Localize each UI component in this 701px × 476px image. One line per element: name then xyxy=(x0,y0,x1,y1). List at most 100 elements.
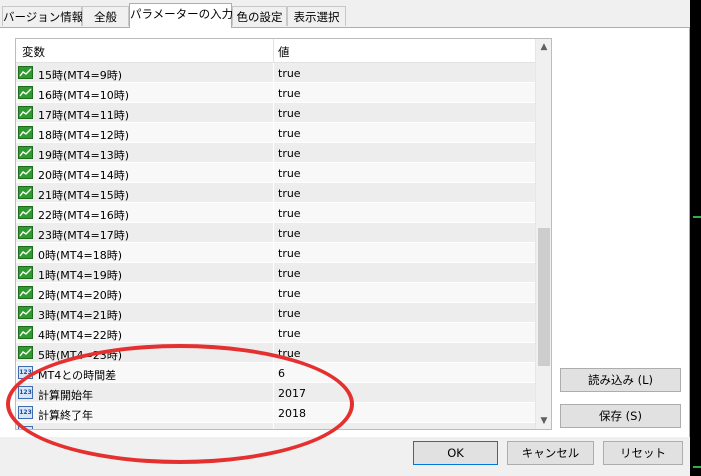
grid-header: 変数 値 xyxy=(16,39,535,63)
column-divider xyxy=(273,363,274,383)
param-name: 16時(MT4=10時) xyxy=(38,89,130,102)
table-row[interactable]: 5時(MT4=23時) true xyxy=(16,343,535,363)
param-value[interactable]: true xyxy=(278,347,301,360)
cancel-button[interactable]: キャンセル xyxy=(507,441,594,465)
param-value[interactable]: true xyxy=(278,267,301,280)
table-row[interactable]: 23時(MT4=17時) true xyxy=(16,223,535,243)
param-value[interactable]: true xyxy=(278,107,301,120)
param-name: 18時(MT4=12時) xyxy=(38,129,130,142)
param-value[interactable]: true xyxy=(278,287,301,300)
table-row[interactable]: 21時(MT4=15時) true xyxy=(16,183,535,203)
param-name: 1時(MT4=19時) xyxy=(38,269,123,282)
column-divider xyxy=(273,203,274,223)
table-row[interactable]: 20時(MT4=14時) true xyxy=(16,163,535,183)
save-button[interactable]: 保存 (S) xyxy=(560,404,681,428)
grid-scrollbar[interactable]: ▲ ▼ xyxy=(535,39,551,429)
int-param-icon: 123 xyxy=(18,366,33,379)
int-param-icon: 123 xyxy=(18,406,33,419)
column-divider xyxy=(273,103,274,123)
param-value[interactable]: true xyxy=(278,67,301,80)
bool-param-icon xyxy=(18,106,33,119)
table-row[interactable]: 123 MT4との時間差 6 xyxy=(16,363,535,383)
bool-param-icon xyxy=(18,246,33,259)
column-header-value[interactable]: 値 xyxy=(278,44,290,60)
table-row[interactable]: 123 計算終了年 2018 xyxy=(16,403,535,423)
column-divider xyxy=(273,83,274,103)
table-row[interactable]: 17時(MT4=11時) true xyxy=(16,103,535,123)
param-value[interactable]: true xyxy=(278,327,301,340)
table-row[interactable]: 123 計算開始年 2017 xyxy=(16,383,535,403)
chart-marker xyxy=(693,216,701,218)
table-row[interactable]: 22時(MT4=16時) true xyxy=(16,203,535,223)
table-row[interactable]: 15時(MT4=9時) true xyxy=(16,63,535,83)
bool-param-icon xyxy=(18,206,33,219)
param-value[interactable]: true xyxy=(278,227,301,240)
table-row[interactable]: 19時(MT4=13時) true xyxy=(16,143,535,163)
tab-general[interactable]: 全般 xyxy=(82,6,129,26)
bool-param-icon xyxy=(18,266,33,279)
chart-marker xyxy=(693,466,701,468)
column-divider xyxy=(273,223,274,243)
column-divider xyxy=(273,403,274,423)
bool-param-icon xyxy=(18,306,33,319)
param-name: 21時(MT4=15時) xyxy=(38,189,130,202)
table-row[interactable]: 0時(MT4=18時) true xyxy=(16,243,535,263)
column-divider xyxy=(273,323,274,343)
tab-bar: バージョン情報 全般 パラメーターの入力 色の設定 表示選択 xyxy=(0,0,690,28)
scroll-thumb[interactable] xyxy=(538,228,550,366)
param-value[interactable]: true xyxy=(278,207,301,220)
param-value[interactable]: true xyxy=(278,247,301,260)
grid-rows: 15時(MT4=9時) true 16時(MT4=10時) true 17時(MT4=1… xyxy=(16,63,535,429)
load-button[interactable]: 読み込み (L) xyxy=(560,368,681,392)
table-row[interactable]: 123 xyxy=(16,423,535,429)
table-row[interactable]: 16時(MT4=10時) true xyxy=(16,83,535,103)
param-value[interactable]: true xyxy=(278,187,301,200)
column-divider xyxy=(273,123,274,143)
param-value[interactable]: 2017 xyxy=(278,387,306,400)
param-name: 2時(MT4=20時) xyxy=(38,289,123,302)
param-name: 20時(MT4=14時) xyxy=(38,169,130,182)
bool-param-icon xyxy=(18,346,33,359)
tab-display-select[interactable]: 表示選択 xyxy=(287,6,346,26)
param-value[interactable]: 2018 xyxy=(278,407,306,420)
param-value[interactable]: true xyxy=(278,127,301,140)
reset-button[interactable]: リセット xyxy=(603,441,683,465)
bool-param-icon xyxy=(18,86,33,99)
param-name: 5時(MT4=23時) xyxy=(38,349,123,362)
bool-param-icon xyxy=(18,66,33,79)
bool-param-icon xyxy=(18,226,33,239)
param-value[interactable]: 6 xyxy=(278,367,285,380)
table-row[interactable]: 3時(MT4=21時) true xyxy=(16,303,535,323)
column-divider xyxy=(273,143,274,163)
tab-parameter-input[interactable]: パラメーターの入力 xyxy=(129,3,233,28)
scroll-down-arrow-icon[interactable]: ▼ xyxy=(536,413,551,429)
parameter-grid: 変数 値 15時(MT4=9時) true 16時(MT4=10時) true 17時(… xyxy=(15,38,552,430)
bool-param-icon xyxy=(18,326,33,339)
column-divider xyxy=(273,183,274,203)
ok-button[interactable]: OK xyxy=(413,441,498,465)
table-row[interactable]: 2時(MT4=20時) true xyxy=(16,283,535,303)
table-row[interactable]: 18時(MT4=12時) true xyxy=(16,123,535,143)
param-value[interactable]: true xyxy=(278,147,301,160)
column-divider xyxy=(273,163,274,183)
param-name: 19時(MT4=13時) xyxy=(38,149,130,162)
column-divider xyxy=(273,63,274,83)
int-param-icon: 123 xyxy=(18,386,33,399)
column-divider xyxy=(273,303,274,323)
column-header-variable[interactable]: 変数 xyxy=(22,44,45,60)
tab-version-info[interactable]: バージョン情報 xyxy=(2,6,83,26)
param-value[interactable]: true xyxy=(278,167,301,180)
scroll-up-arrow-icon[interactable]: ▲ xyxy=(536,39,551,55)
table-row[interactable]: 4時(MT4=22時) true xyxy=(16,323,535,343)
chart-background xyxy=(690,0,701,476)
tab-color-settings[interactable]: 色の設定 xyxy=(232,6,287,26)
param-name: 3時(MT4=21時) xyxy=(38,309,123,322)
param-value[interactable]: true xyxy=(278,87,301,100)
param-value[interactable]: true xyxy=(278,307,301,320)
column-divider[interactable] xyxy=(273,39,274,62)
bool-param-icon xyxy=(18,166,33,179)
int-param-icon: 123 xyxy=(18,426,33,429)
param-name: 15時(MT4=9時) xyxy=(38,69,123,82)
bool-param-icon xyxy=(18,186,33,199)
table-row[interactable]: 1時(MT4=19時) true xyxy=(16,263,535,283)
